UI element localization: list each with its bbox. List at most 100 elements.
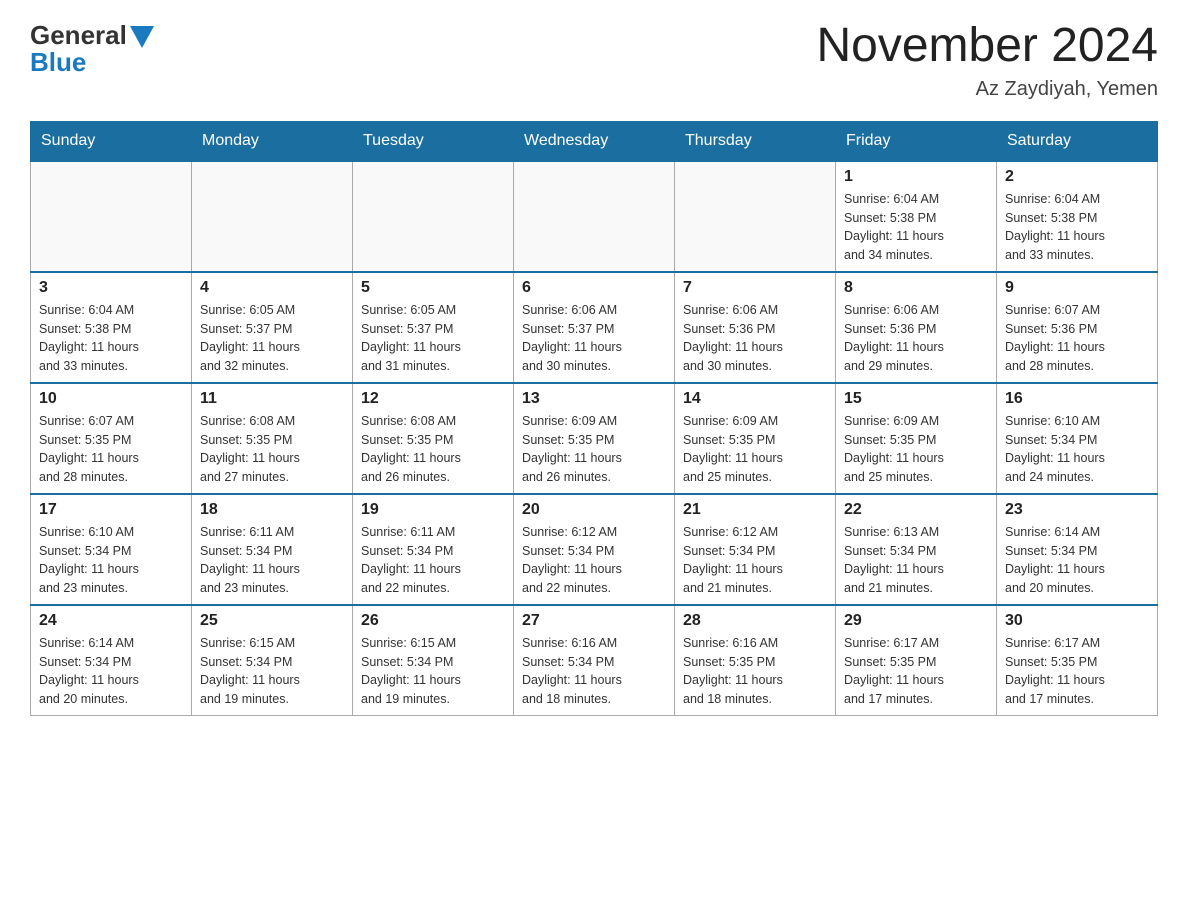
day-number: 6: [522, 279, 666, 297]
calendar-cell: [353, 161, 514, 272]
day-number: 21: [683, 501, 827, 519]
day-info: Sunrise: 6:07 AMSunset: 5:35 PMDaylight:…: [39, 412, 183, 487]
day-number: 4: [200, 279, 344, 297]
calendar-cell: 10 Sunrise: 6:07 AMSunset: 5:35 PMDayligh…: [31, 383, 192, 494]
day-number: 29: [844, 612, 988, 630]
col-wednesday: Wednesday: [514, 121, 675, 161]
calendar-location: Az Zaydiyah, Yemen: [816, 78, 1158, 101]
day-info: Sunrise: 6:06 AMSunset: 5:36 PMDaylight:…: [844, 301, 988, 376]
day-info: Sunrise: 6:04 AMSunset: 5:38 PMDaylight:…: [1005, 190, 1149, 265]
col-sunday: Sunday: [31, 121, 192, 161]
day-info: Sunrise: 6:10 AMSunset: 5:34 PMDaylight:…: [1005, 412, 1149, 487]
col-friday: Friday: [836, 121, 997, 161]
calendar-cell: 12 Sunrise: 6:08 AMSunset: 5:35 PMDayligh…: [353, 383, 514, 494]
calendar-cell: 5 Sunrise: 6:05 AMSunset: 5:37 PMDaylight…: [353, 272, 514, 383]
day-number: 3: [39, 279, 183, 297]
day-info: Sunrise: 6:04 AMSunset: 5:38 PMDaylight:…: [844, 190, 988, 265]
week-row-3: 10 Sunrise: 6:07 AMSunset: 5:35 PMDayligh…: [31, 383, 1158, 494]
day-number: 17: [39, 501, 183, 519]
col-saturday: Saturday: [997, 121, 1158, 161]
day-info: Sunrise: 6:16 AMSunset: 5:34 PMDaylight:…: [522, 634, 666, 709]
week-row-2: 3 Sunrise: 6:04 AMSunset: 5:38 PMDaylight…: [31, 272, 1158, 383]
day-number: 12: [361, 390, 505, 408]
day-info: Sunrise: 6:15 AMSunset: 5:34 PMDaylight:…: [361, 634, 505, 709]
day-info: Sunrise: 6:05 AMSunset: 5:37 PMDaylight:…: [200, 301, 344, 376]
day-info: Sunrise: 6:04 AMSunset: 5:38 PMDaylight:…: [39, 301, 183, 376]
day-info: Sunrise: 6:17 AMSunset: 5:35 PMDaylight:…: [844, 634, 988, 709]
calendar-cell: 8 Sunrise: 6:06 AMSunset: 5:36 PMDaylight…: [836, 272, 997, 383]
calendar-cell: 21 Sunrise: 6:12 AMSunset: 5:34 PMDayligh…: [675, 494, 836, 605]
day-info: Sunrise: 6:09 AMSunset: 5:35 PMDaylight:…: [683, 412, 827, 487]
logo-blue-text: Blue: [30, 47, 154, 78]
day-info: Sunrise: 6:16 AMSunset: 5:35 PMDaylight:…: [683, 634, 827, 709]
day-info: Sunrise: 6:17 AMSunset: 5:35 PMDaylight:…: [1005, 634, 1149, 709]
day-number: 7: [683, 279, 827, 297]
day-number: 25: [200, 612, 344, 630]
calendar-cell: 23 Sunrise: 6:14 AMSunset: 5:34 PMDayligh…: [997, 494, 1158, 605]
day-info: Sunrise: 6:09 AMSunset: 5:35 PMDaylight:…: [844, 412, 988, 487]
calendar-cell: 29 Sunrise: 6:17 AMSunset: 5:35 PMDayligh…: [836, 605, 997, 716]
day-info: Sunrise: 6:10 AMSunset: 5:34 PMDaylight:…: [39, 523, 183, 598]
day-number: 5: [361, 279, 505, 297]
calendar-cell: 26Sunrise: 6:15 AMSunset: 5:34 PMDayligh…: [353, 605, 514, 716]
day-info: Sunrise: 6:12 AMSunset: 5:34 PMDaylight:…: [522, 523, 666, 598]
day-info: Sunrise: 6:07 AMSunset: 5:36 PMDaylight:…: [1005, 301, 1149, 376]
calendar-cell: 1Sunrise: 6:04 AMSunset: 5:38 PMDaylight…: [836, 161, 997, 272]
day-info: Sunrise: 6:09 AMSunset: 5:35 PMDaylight:…: [522, 412, 666, 487]
calendar-cell: 3 Sunrise: 6:04 AMSunset: 5:38 PMDaylight…: [31, 272, 192, 383]
calendar-cell: 14Sunrise: 6:09 AMSunset: 5:35 PMDayligh…: [675, 383, 836, 494]
calendar-cell: 30 Sunrise: 6:17 AMSunset: 5:35 PMDayligh…: [997, 605, 1158, 716]
day-number: 10: [39, 390, 183, 408]
day-info: Sunrise: 6:13 AMSunset: 5:34 PMDaylight:…: [844, 523, 988, 598]
col-monday: Monday: [192, 121, 353, 161]
day-number: 2: [1005, 168, 1149, 186]
day-info: Sunrise: 6:14 AMSunset: 5:34 PMDaylight:…: [1005, 523, 1149, 598]
day-number: 24: [39, 612, 183, 630]
day-info: Sunrise: 6:11 AMSunset: 5:34 PMDaylight:…: [200, 523, 344, 598]
calendar-cell: 25Sunrise: 6:15 AMSunset: 5:34 PMDayligh…: [192, 605, 353, 716]
calendar-cell: 18Sunrise: 6:11 AMSunset: 5:34 PMDayligh…: [192, 494, 353, 605]
day-info: Sunrise: 6:08 AMSunset: 5:35 PMDaylight:…: [200, 412, 344, 487]
day-info: Sunrise: 6:08 AMSunset: 5:35 PMDaylight:…: [361, 412, 505, 487]
day-number: 8: [844, 279, 988, 297]
col-thursday: Thursday: [675, 121, 836, 161]
calendar-cell: 2 Sunrise: 6:04 AMSunset: 5:38 PMDaylight…: [997, 161, 1158, 272]
title-block: November 2024 Az Zaydiyah, Yemen: [816, 20, 1158, 101]
day-info: Sunrise: 6:12 AMSunset: 5:34 PMDaylight:…: [683, 523, 827, 598]
calendar-cell: 6 Sunrise: 6:06 AMSunset: 5:37 PMDaylight…: [514, 272, 675, 383]
day-number: 28: [683, 612, 827, 630]
calendar-cell: 7 Sunrise: 6:06 AMSunset: 5:36 PMDaylight…: [675, 272, 836, 383]
week-row-1: 1Sunrise: 6:04 AMSunset: 5:38 PMDaylight…: [31, 161, 1158, 272]
calendar-cell: 24 Sunrise: 6:14 AMSunset: 5:34 PMDayligh…: [31, 605, 192, 716]
calendar-cell: 28 Sunrise: 6:16 AMSunset: 5:35 PMDayligh…: [675, 605, 836, 716]
calendar-cell: 4 Sunrise: 6:05 AMSunset: 5:37 PMDaylight…: [192, 272, 353, 383]
calendar-cell: 17 Sunrise: 6:10 AMSunset: 5:34 PMDayligh…: [31, 494, 192, 605]
calendar-cell: 13 Sunrise: 6:09 AMSunset: 5:35 PMDayligh…: [514, 383, 675, 494]
day-number: 13: [522, 390, 666, 408]
day-info: Sunrise: 6:06 AMSunset: 5:37 PMDaylight:…: [522, 301, 666, 376]
calendar-title: November 2024: [816, 20, 1158, 73]
calendar-cell: 16 Sunrise: 6:10 AMSunset: 5:34 PMDayligh…: [997, 383, 1158, 494]
day-number: 27: [522, 612, 666, 630]
calendar-cell: 15 Sunrise: 6:09 AMSunset: 5:35 PMDayligh…: [836, 383, 997, 494]
day-number: 15: [844, 390, 988, 408]
calendar-cell: 19 Sunrise: 6:11 AMSunset: 5:34 PMDayligh…: [353, 494, 514, 605]
day-number: 30: [1005, 612, 1149, 630]
day-number: 22: [844, 501, 988, 519]
week-row-5: 24 Sunrise: 6:14 AMSunset: 5:34 PMDayligh…: [31, 605, 1158, 716]
calendar-cell: [514, 161, 675, 272]
logo: General Blue: [30, 20, 154, 78]
day-number: 23: [1005, 501, 1149, 519]
day-info: Sunrise: 6:05 AMSunset: 5:37 PMDaylight:…: [361, 301, 505, 376]
day-number: 19: [361, 501, 505, 519]
day-info: Sunrise: 6:11 AMSunset: 5:34 PMDaylight:…: [361, 523, 505, 598]
day-number: 16: [1005, 390, 1149, 408]
day-number: 11: [200, 390, 344, 408]
page-header: General Blue November 2024 Az Zaydiyah, …: [30, 20, 1158, 101]
calendar-cell: [192, 161, 353, 272]
day-number: 9: [1005, 279, 1149, 297]
day-info: Sunrise: 6:14 AMSunset: 5:34 PMDaylight:…: [39, 634, 183, 709]
calendar-cell: 22 Sunrise: 6:13 AMSunset: 5:34 PMDayligh…: [836, 494, 997, 605]
day-info: Sunrise: 6:06 AMSunset: 5:36 PMDaylight:…: [683, 301, 827, 376]
col-tuesday: Tuesday: [353, 121, 514, 161]
